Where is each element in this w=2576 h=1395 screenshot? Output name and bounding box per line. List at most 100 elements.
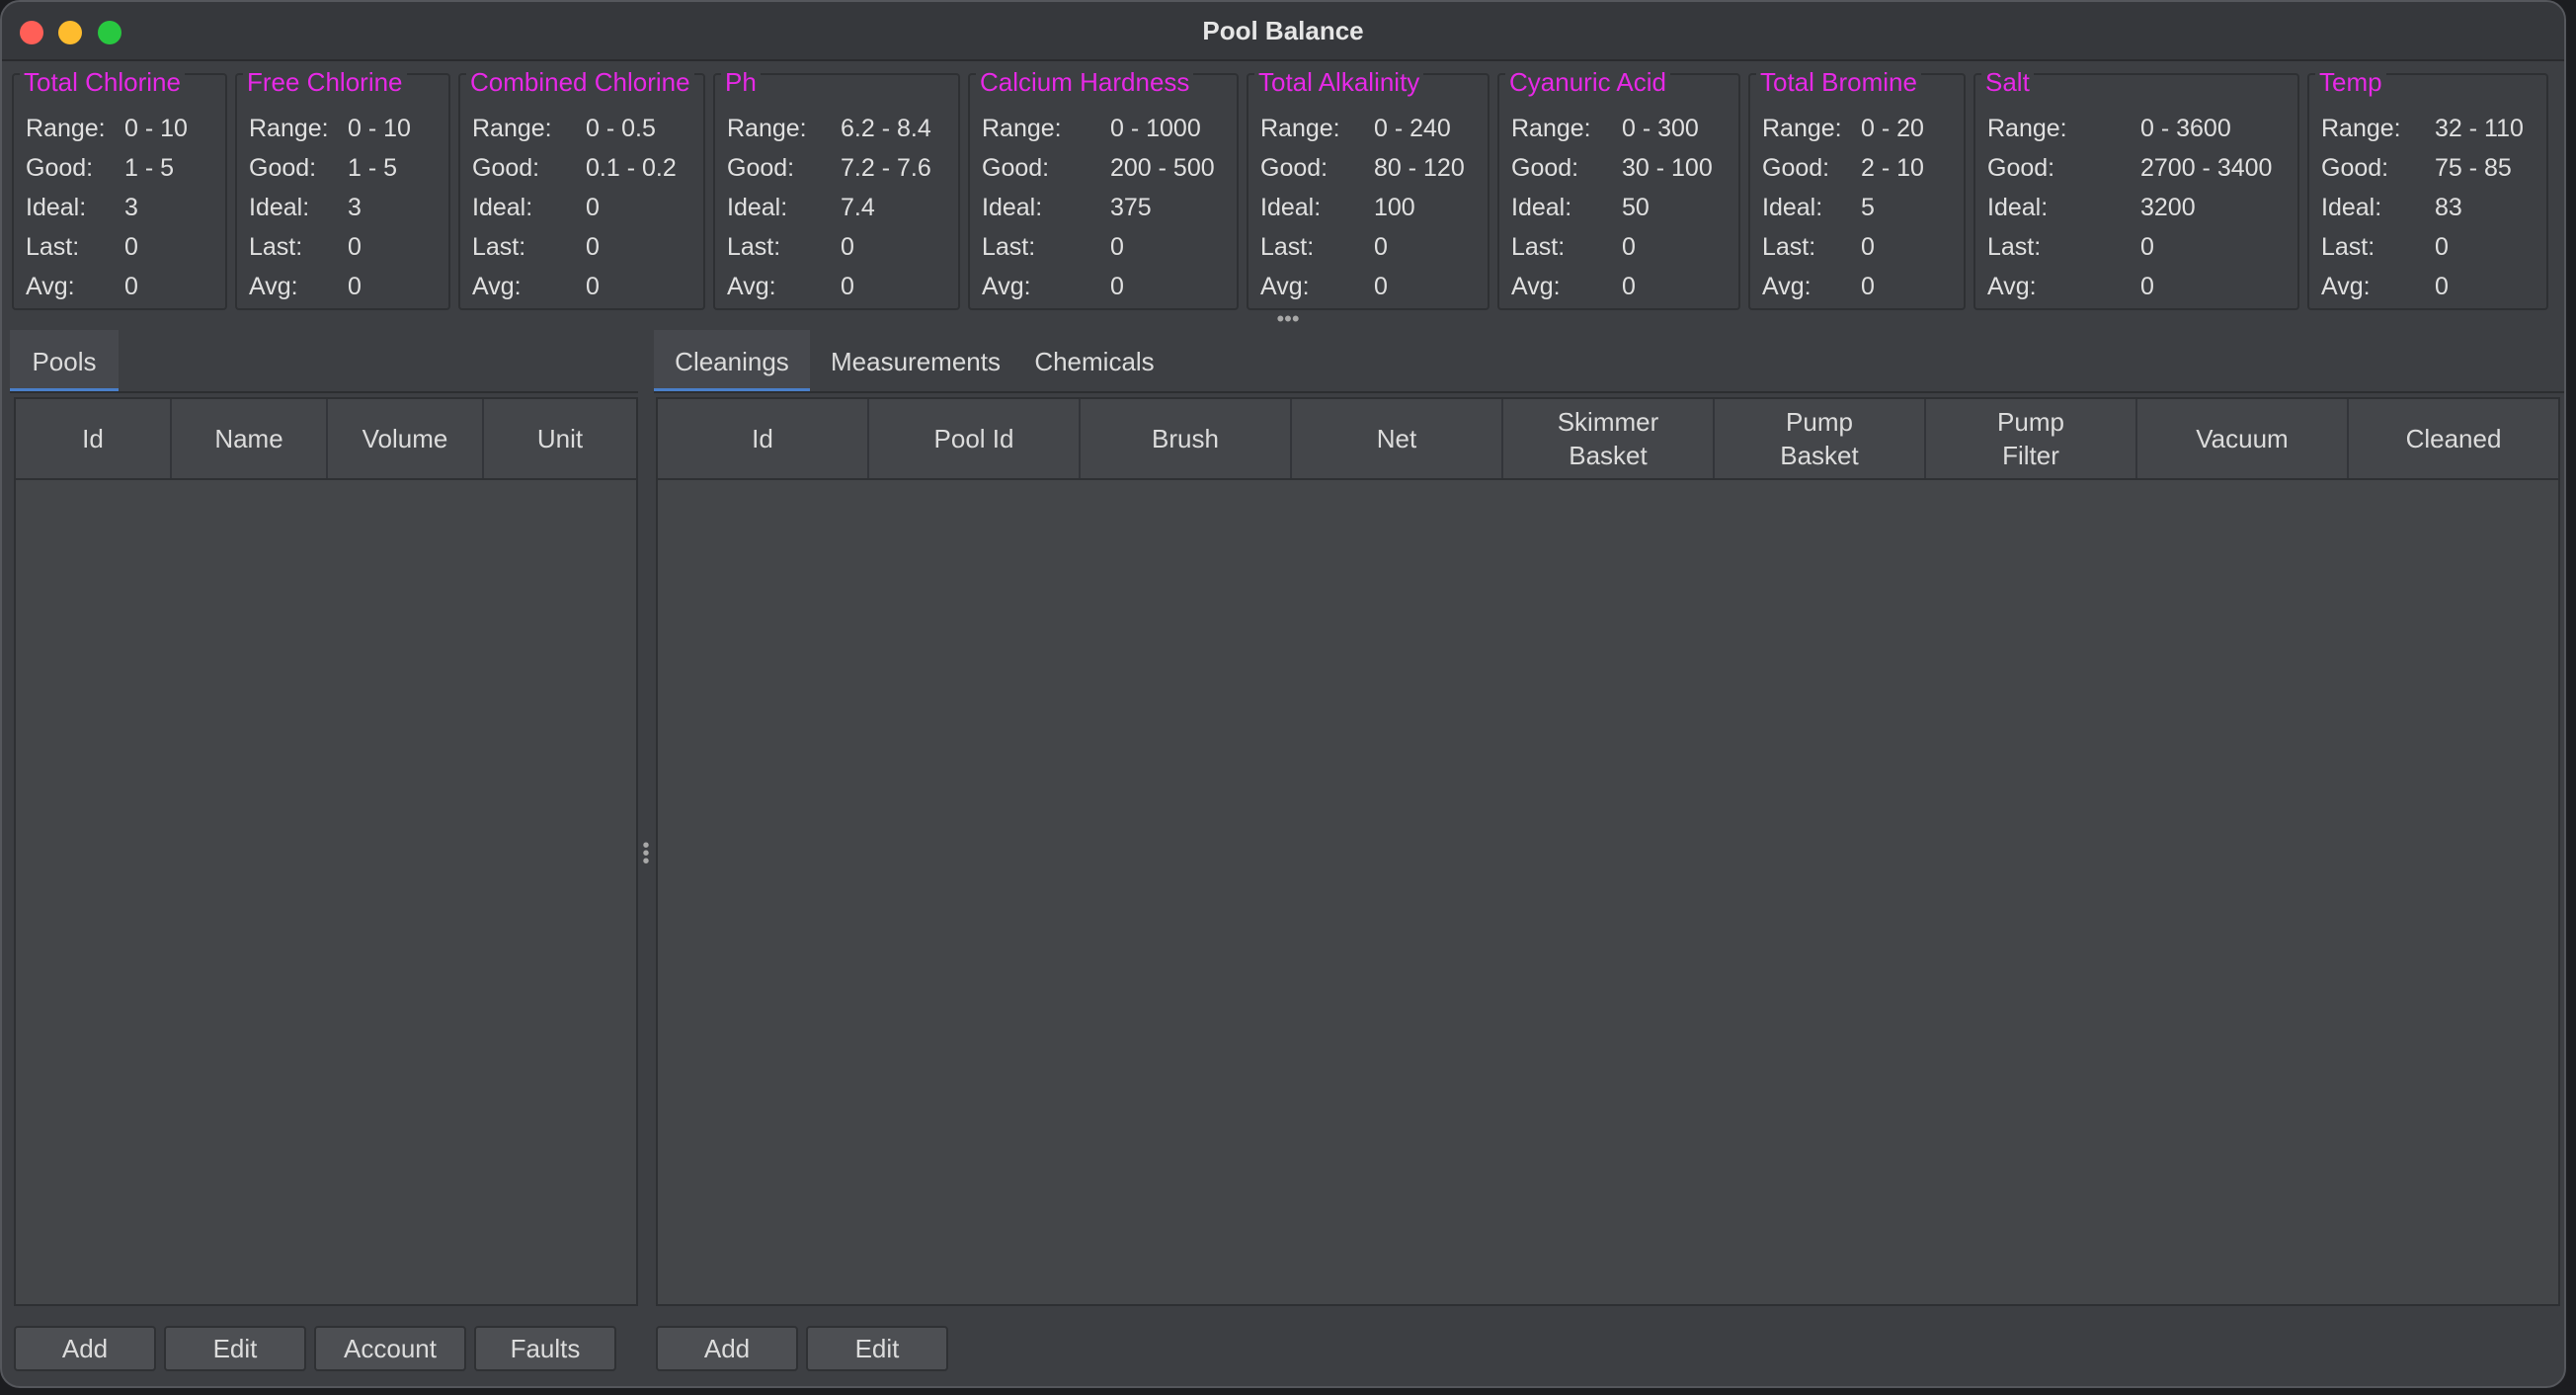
parameter-group-combined-chlorine: Combined Chlorine Range: 0 - 0.5 Good: 0.1… — [458, 67, 705, 310]
range-label: Range: — [982, 115, 1062, 142]
avg-value: 0 — [1374, 273, 1388, 300]
ideal-value: 375 — [1110, 194, 1152, 221]
column-header-pool-id[interactable]: Pool Id — [869, 399, 1081, 478]
activity-tab-divider — [654, 391, 2564, 393]
column-header-vacuum[interactable]: Vacuum — [2137, 399, 2349, 478]
last-label: Last: — [982, 233, 1036, 261]
column-header-id[interactable]: Id — [658, 399, 869, 478]
edit-cleaning-button[interactable]: Edit — [806, 1326, 948, 1371]
good-label: Good: — [26, 154, 94, 182]
range-label: Range: — [1762, 115, 1842, 142]
ideal-label: Ideal: — [1511, 194, 1572, 221]
last-label: Last: — [1511, 233, 1566, 261]
tab-chemicals[interactable]: Chemicals — [1021, 330, 1167, 393]
last-value: 0 — [1622, 233, 1636, 261]
good-label: Good: — [1762, 154, 1830, 182]
good-label: Good: — [1260, 154, 1328, 182]
account-button[interactable]: Account — [314, 1326, 466, 1371]
column-header-volume[interactable]: Volume — [328, 399, 484, 478]
column-header-name[interactable]: Name — [172, 399, 328, 478]
avg-label: Avg: — [26, 273, 75, 300]
column-header-unit[interactable]: Unit — [484, 399, 636, 478]
avg-value: 0 — [2435, 273, 2449, 300]
tab-measurements[interactable]: Measurements — [824, 330, 1007, 393]
avg-value: 0 — [1110, 273, 1124, 300]
ideal-value: 7.4 — [841, 194, 875, 221]
good-value: 7.2 - 7.6 — [841, 154, 931, 182]
good-label: Good: — [472, 154, 540, 182]
ideal-value: 3 — [348, 194, 362, 221]
range-label: Range: — [1511, 115, 1591, 142]
column-header-net[interactable]: Net — [1292, 399, 1503, 478]
parameter-title: Combined Chlorine — [466, 67, 694, 98]
range-label: Range: — [26, 115, 106, 142]
tab-cleanings[interactable]: Cleanings — [654, 330, 810, 393]
parameter-group-calcium-hardness: Calcium Hardness Range: 0 - 1000 Good: 200… — [968, 67, 1239, 310]
last-value: 0 — [586, 233, 600, 261]
last-label: Last: — [1762, 233, 1816, 261]
faults-button[interactable]: Faults — [474, 1326, 616, 1371]
column-header-brush[interactable]: Brush — [1081, 399, 1292, 478]
edit-pool-button[interactable]: Edit — [164, 1326, 306, 1371]
tab-pools[interactable]: Pools — [10, 330, 119, 393]
avg-label: Avg: — [1511, 273, 1561, 300]
avg-value: 0 — [348, 273, 362, 300]
range-value: 0 - 300 — [1622, 115, 1699, 142]
add-cleaning-button[interactable]: Add — [656, 1326, 798, 1371]
last-value: 0 — [348, 233, 362, 261]
cleanings-table[interactable]: Id Pool Id Brush Net Skimmer Basket Pump… — [656, 397, 2560, 1306]
ideal-label: Ideal: — [982, 194, 1043, 221]
last-value: 0 — [841, 233, 854, 261]
ideal-label: Ideal: — [1987, 194, 2049, 221]
avg-label: Avg: — [249, 273, 298, 300]
chemistry-parameters-panel: Total Chlorine Range: 0 - 10 Good: 1 - 5 I… — [12, 65, 2554, 314]
avg-label: Avg: — [727, 273, 776, 300]
ideal-label: Ideal: — [1762, 194, 1823, 221]
add-pool-button[interactable]: Add — [14, 1326, 156, 1371]
range-value: 0 - 10 — [348, 115, 411, 142]
avg-value: 0 — [124, 273, 138, 300]
good-value: 2 - 10 — [1861, 154, 1924, 182]
parameter-title: Total Alkalinity — [1254, 67, 1424, 98]
last-value: 0 — [1374, 233, 1388, 261]
range-label: Range: — [727, 115, 807, 142]
last-label: Last: — [727, 233, 781, 261]
ideal-label: Ideal: — [472, 194, 533, 221]
good-value: 200 - 500 — [1110, 154, 1215, 182]
parameter-group-salt: Salt Range: 0 - 3600 Good: 2700 - 3400 Ide… — [1973, 67, 2299, 310]
ideal-value: 3200 — [2140, 194, 2196, 221]
last-label: Last: — [249, 233, 303, 261]
avg-value: 0 — [2140, 273, 2154, 300]
last-value: 0 — [1861, 233, 1875, 261]
parameter-group-ph: Ph Range: 6.2 - 8.4 Good: 7.2 - 7.6 Ideal:… — [713, 67, 960, 310]
good-value: 30 - 100 — [1622, 154, 1713, 182]
good-label: Good: — [1511, 154, 1579, 182]
avg-value: 0 — [586, 273, 600, 300]
parameter-title: Free Chlorine — [243, 67, 407, 98]
column-header-id[interactable]: Id — [16, 399, 172, 478]
good-label: Good: — [1987, 154, 2055, 182]
pools-table[interactable]: Id Name Volume Unit — [14, 397, 638, 1306]
vertical-splitter-handle-icon[interactable]: • • • — [639, 836, 653, 871]
app-window: Pool Balance Total Chlorine Range: 0 - 10… — [0, 0, 2566, 1388]
column-header-pump-basket[interactable]: Pump Basket — [1715, 399, 1926, 478]
parameter-group-total-chlorine: Total Chlorine Range: 0 - 10 Good: 1 - 5 I… — [12, 67, 227, 310]
cleanings-table-header: Id Pool Id Brush Net Skimmer Basket Pump… — [658, 399, 2558, 480]
pools-tabbar: Pools — [10, 330, 119, 393]
column-header-cleaned[interactable]: Cleaned — [2349, 399, 2558, 478]
column-header-pump-filter[interactable]: Pump Filter — [1926, 399, 2137, 478]
ideal-label: Ideal: — [1260, 194, 1322, 221]
range-value: 0 - 3600 — [2140, 115, 2231, 142]
range-value: 0 - 0.5 — [586, 115, 656, 142]
ideal-value: 100 — [1374, 194, 1415, 221]
ideal-value: 50 — [1622, 194, 1650, 221]
parameter-group-total-bromine: Total Bromine Range: 0 - 20 Good: 2 - 10 I… — [1748, 67, 1966, 310]
parameter-group-free-chlorine: Free Chlorine Range: 0 - 10 Good: 1 - 5 Id… — [235, 67, 450, 310]
good-label: Good: — [249, 154, 317, 182]
horizontal-splitter-handle-icon[interactable]: ••• — [1276, 308, 1300, 330]
avg-label: Avg: — [1987, 273, 2037, 300]
pools-tab-divider — [10, 391, 638, 393]
column-header-skimmer-basket[interactable]: Skimmer Basket — [1503, 399, 1715, 478]
activity-tabbar: Cleanings Measurements Chemicals — [654, 330, 1207, 393]
title-bar[interactable]: Pool Balance — [2, 2, 2564, 61]
